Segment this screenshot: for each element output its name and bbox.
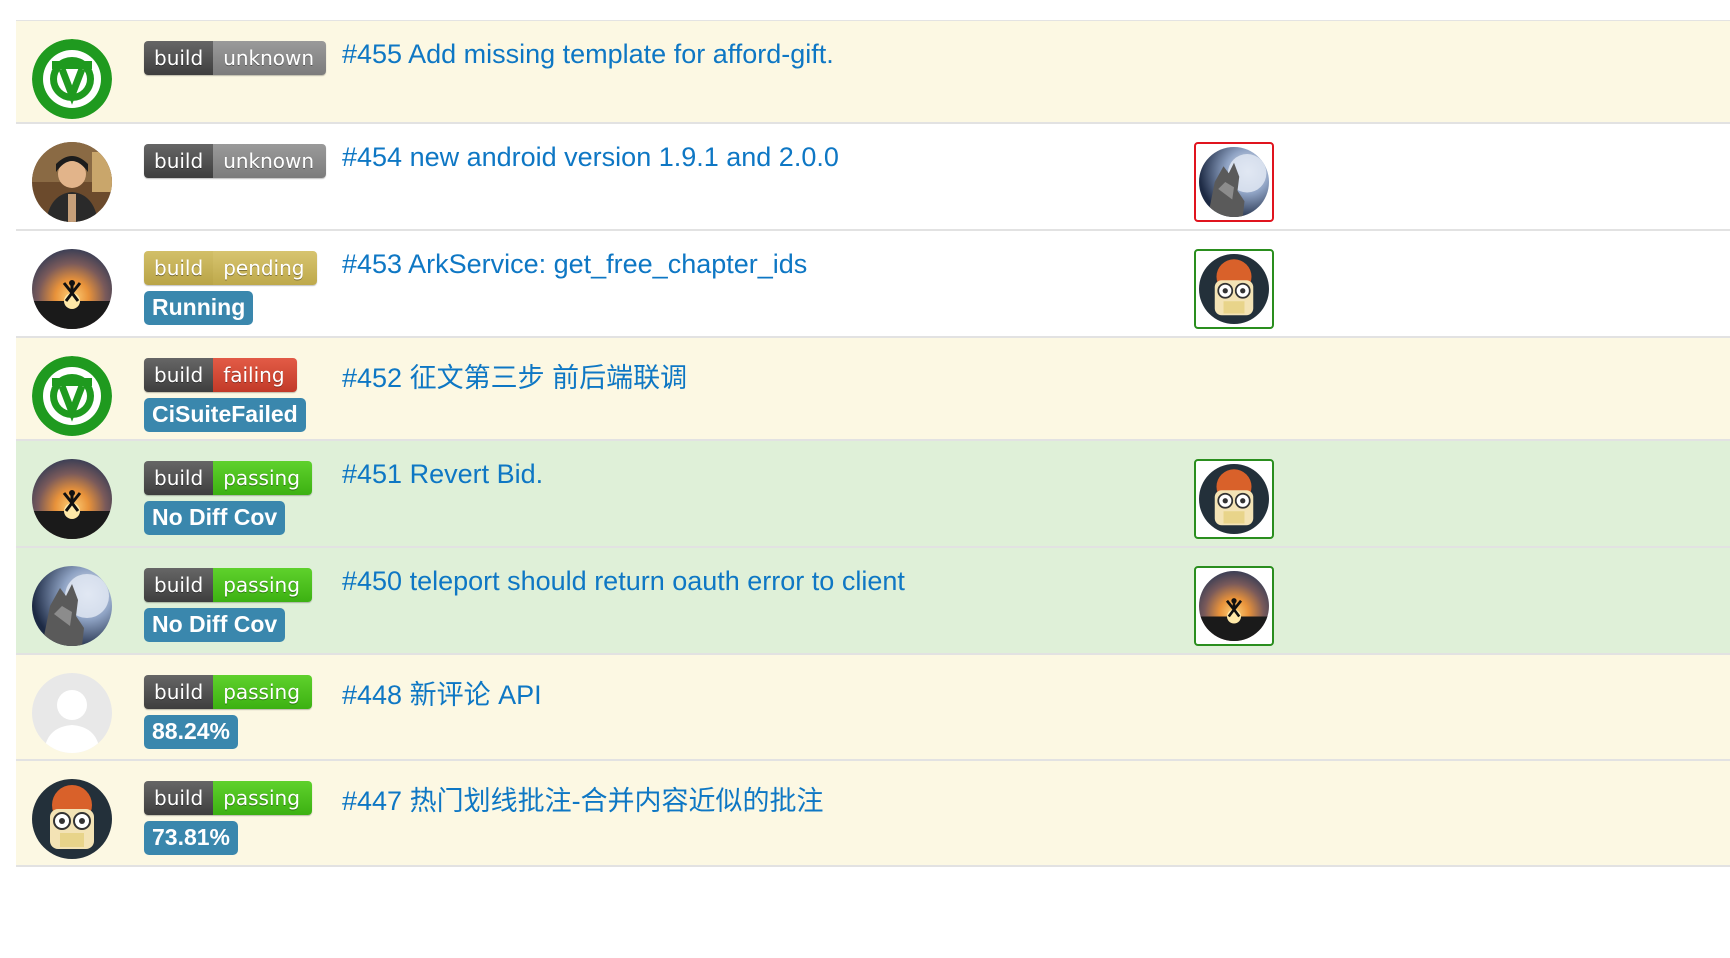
pr-label: No Diff Cov: [144, 501, 286, 535]
build-status-badge[interactable]: build unknown: [144, 144, 327, 178]
pr-title-link[interactable]: #451 Revert Bid.: [342, 459, 543, 490]
pr-label: 73.81%: [144, 821, 239, 855]
reviewer-avatar-changes-requested[interactable]: [1194, 142, 1274, 222]
green-w-logo-icon: [32, 39, 112, 119]
badge-status: pending: [213, 251, 317, 285]
pr-label: No Diff Cov: [144, 608, 286, 642]
pr-row-451: build passing No Diff Cov #451 Revert Bid…: [16, 441, 1730, 548]
pr-label: Running: [144, 291, 254, 325]
badge-label: build: [144, 461, 214, 495]
pr-row-454: build unknown #454 new android version 1.…: [16, 124, 1730, 231]
pr-row-453: build pending Running #453 ArkService: ge…: [16, 231, 1730, 338]
green-w-logo-icon: [32, 356, 112, 436]
badge-status: passing: [213, 461, 312, 495]
badge-status: passing: [213, 675, 312, 709]
pr-title-link[interactable]: #450 teleport should return oauth error …: [342, 566, 905, 597]
sunset-jump-icon: [32, 459, 112, 539]
person-photo-icon: [32, 142, 112, 222]
badge-label: build: [144, 781, 214, 815]
badge-status: unknown: [213, 41, 327, 75]
pr-row-452: build failing CiSuiteFailed #452 征文第三步 前后…: [16, 338, 1730, 441]
author-avatar[interactable]: [32, 779, 112, 859]
pr-title-link[interactable]: #447 热门划线批注-合并内容近似的批注: [342, 779, 824, 818]
pr-title-link[interactable]: #455 Add missing template for afford-gif…: [342, 39, 834, 70]
reviewer-avatar-approved[interactable]: [1194, 459, 1274, 539]
pr-title-link[interactable]: #454 new android version 1.9.1 and 2.0.0: [342, 142, 839, 173]
build-status-badge[interactable]: build passing: [144, 781, 312, 815]
wolf-moon-icon: [32, 566, 112, 646]
robot-face-icon: [32, 779, 112, 859]
wolf-moon-icon: [1199, 147, 1269, 217]
pr-row-455: build unknown #455 Add missing template f…: [16, 21, 1730, 124]
badge-status: unknown: [213, 144, 327, 178]
build-status-badge[interactable]: build failing: [144, 358, 297, 392]
badge-status: passing: [213, 568, 312, 602]
build-status-badge[interactable]: build pending: [144, 251, 317, 285]
author-avatar[interactable]: [32, 249, 112, 329]
pr-label: 88.24%: [144, 715, 239, 749]
author-avatar[interactable]: [32, 566, 112, 646]
pr-label: CiSuiteFailed: [144, 398, 306, 432]
author-avatar[interactable]: [32, 39, 112, 119]
build-status-badge[interactable]: build passing: [144, 568, 312, 602]
badge-label: build: [144, 568, 214, 602]
badge-label: build: [144, 675, 214, 709]
badge-label: build: [144, 144, 214, 178]
pr-row-448: build passing 88.24% #448 新评论 API: [16, 655, 1730, 761]
author-avatar[interactable]: [32, 459, 112, 539]
pr-row-450: build passing No Diff Cov #450 teleport s…: [16, 548, 1730, 655]
sunset-jump-icon: [32, 249, 112, 329]
badge-label: build: [144, 251, 214, 285]
robot-face-icon: [1199, 464, 1269, 534]
pr-title-link[interactable]: #452 征文第三步 前后端联调: [342, 356, 687, 395]
pr-row-447: build passing 73.81% #447 热门划线批注-合并内容近似的批…: [16, 761, 1730, 867]
badge-label: build: [144, 358, 214, 392]
default-avatar-icon: [32, 673, 112, 753]
build-status-badge[interactable]: build passing: [144, 461, 312, 495]
pr-title-link[interactable]: #453 ArkService: get_free_chapter_ids: [342, 249, 807, 280]
pull-request-list: build unknown #455 Add missing template f…: [16, 20, 1730, 867]
badge-status: passing: [213, 781, 312, 815]
author-avatar[interactable]: [32, 142, 112, 222]
build-status-badge[interactable]: build passing: [144, 675, 312, 709]
robot-face-icon: [1199, 254, 1269, 324]
sunset-jump-icon: [1199, 571, 1269, 641]
author-avatar[interactable]: [32, 356, 112, 436]
badge-status: failing: [213, 358, 297, 392]
reviewer-avatar-approved[interactable]: [1194, 249, 1274, 329]
pr-title-link[interactable]: #448 新评论 API: [342, 673, 542, 712]
author-avatar[interactable]: [32, 673, 112, 753]
badge-label: build: [144, 41, 214, 75]
reviewer-avatar-approved[interactable]: [1194, 566, 1274, 646]
build-status-badge[interactable]: build unknown: [144, 41, 327, 75]
